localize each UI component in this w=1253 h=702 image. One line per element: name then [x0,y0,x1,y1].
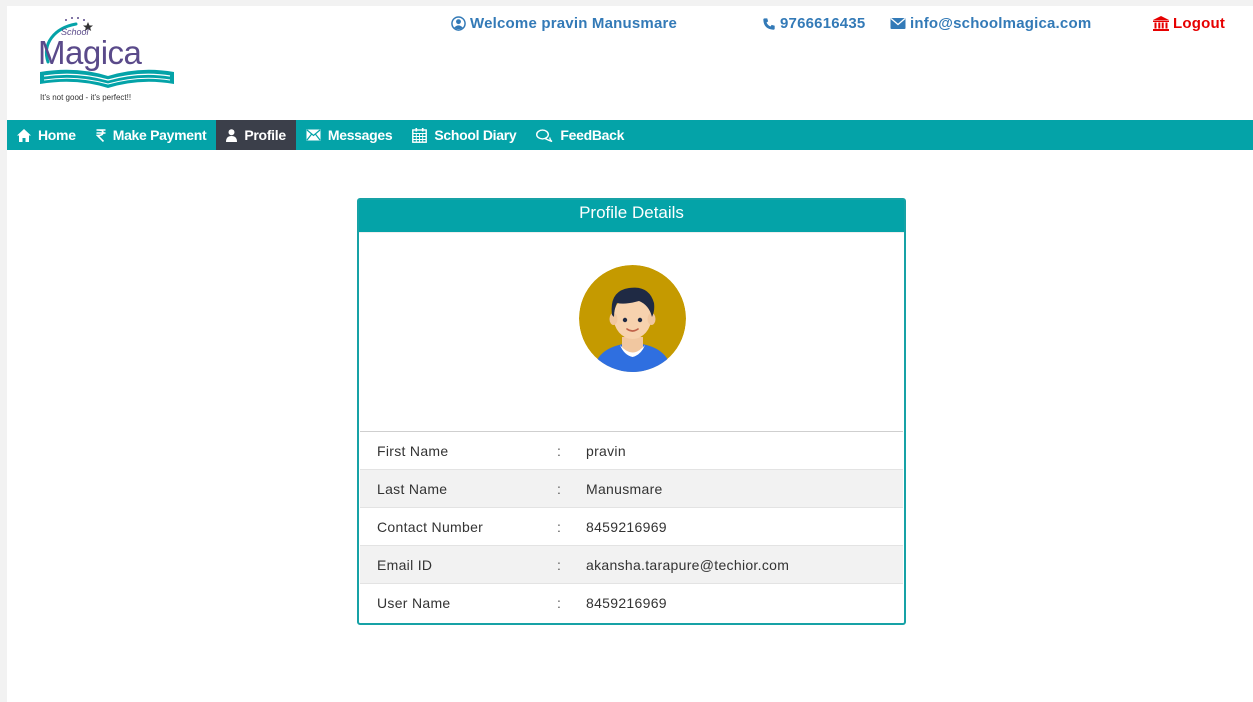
nav-make-payment[interactable]: Make Payment [86,120,217,150]
detail-value: akansha.tarapure@techior.com [586,556,790,573]
nav-home-label: Home [38,127,76,143]
nav-profile[interactable]: Profile [216,120,296,150]
phone-text: 9766616435 [780,15,866,32]
email-link[interactable]: info@schoolmagica.com [890,15,1091,32]
home-icon [17,128,31,142]
detail-row-last-name: Last Name : Manusmare [360,470,903,508]
top-strip [0,0,1253,6]
nav-feedback-label: FeedBack [560,127,625,143]
user-icon [226,128,238,142]
left-strip [0,0,7,702]
detail-row-first-name: First Name : pravin [360,432,903,470]
detail-separator: : [557,595,562,611]
welcome-text: Welcome pravin Manusmare [470,15,678,32]
welcome-user-link[interactable]: Welcome pravin Manusmare [451,15,677,32]
detail-row-email-id: Email ID : akansha.tarapure@techior.com [360,546,903,584]
logout-text: Logout [1173,15,1226,32]
main-navbar: Home Make Payment Profile Messages Schoo… [7,120,1253,150]
nav-school-diary-label: School Diary [434,127,517,143]
email-text: info@schoolmagica.com [910,15,1092,32]
detail-label: Email ID [377,556,433,573]
profile-card-title: Profile Details [359,200,904,233]
top-contact-bar: Welcome pravin Manusmare 9766616435 info… [0,15,1253,35]
detail-label: Last Name [377,480,448,497]
envelope-icon [890,18,906,29]
calendar-icon [412,127,428,143]
detail-value: Manusmare [586,480,663,497]
detail-value: 8459216969 [586,518,667,535]
nav-messages[interactable]: Messages [296,120,403,150]
nav-feedback[interactable]: FeedBack [526,120,634,150]
detail-separator: : [557,518,562,535]
detail-separator: : [557,556,562,573]
avatar-area [359,233,904,431]
nav-school-diary[interactable]: School Diary [402,120,526,150]
nav-messages-label: Messages [327,127,393,143]
detail-row-user-name: User Name : 8459216969 [360,584,903,622]
detail-label: First Name [377,442,449,459]
detail-row-contact-number: Contact Number : 8459216969 [360,508,903,546]
phone-link[interactable]: 9766616435 [762,15,865,32]
detail-separator: : [557,480,562,497]
detail-value: pravin [586,442,626,459]
nav-home[interactable]: Home [7,120,86,150]
profile-details-table: First Name : pravin Last Name : Manusmar… [360,431,903,622]
logout-link[interactable]: Logout [1153,15,1225,32]
detail-label: Contact Number [377,518,484,535]
avatar [579,265,686,372]
rupee-icon [95,128,106,142]
envelope-icon [306,129,321,141]
user-circle-icon [451,16,466,31]
logo-tagline: It's not good - it's perfect!! [40,93,132,102]
logo-large-text: Magica [38,34,143,71]
bank-icon [1153,16,1169,31]
chat-icon [536,128,553,142]
detail-label: User Name [377,595,451,611]
detail-value: 8459216969 [586,595,667,611]
phone-icon [763,17,775,30]
nav-profile-label: Profile [244,127,286,143]
detail-separator: : [557,442,562,459]
profile-details-card: Profile Details First Name: pravin Last… [357,198,906,625]
nav-make-payment-label: Make Payment [112,127,207,143]
